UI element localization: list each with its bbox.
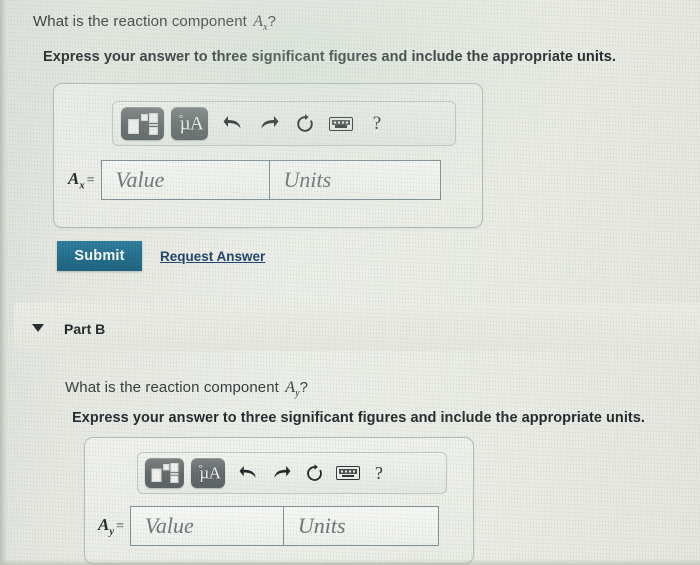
part-b-title: Part B [64,321,106,337]
part-a-submit-button[interactable]: Submit [57,241,142,271]
micro-angstrom-icon-b: °µA [196,464,221,482]
units-glyph-text: µA [179,113,204,135]
help-button[interactable]: ? [359,109,395,139]
part-b-question-variable: Ay [285,379,300,400]
part-a-variable-label: Ax = [68,168,95,192]
part-b-question: What is the reaction component Ay? [65,379,308,399]
part-a-value-input[interactable]: Value [100,160,269,200]
part-b-answer-box: °µA ? Ay = Value Units [84,437,474,564]
reset-button[interactable] [287,109,323,139]
part-a-request-answer-link[interactable]: Request Answer [160,249,265,264]
math-template-button[interactable] [121,107,164,140]
redo-button[interactable] [251,109,287,139]
units-glyph-text-b: µA [199,463,221,483]
undo-button-b[interactable] [232,458,265,488]
part-a-toolbar: °µA ? [112,101,456,146]
ring-accent-b: ° [198,463,203,476]
help-button-b[interactable]: ? [364,458,394,488]
help-icon-b: ? [375,462,383,483]
units-button-b[interactable]: °µA [191,458,225,488]
part-b-question-text: What is the reaction component [65,379,284,396]
keyboard-button-b[interactable] [331,458,364,488]
part-b-units-input[interactable]: Units [282,506,439,546]
part-a-units-input[interactable]: Units [268,160,441,200]
micro-angstrom-icon: °µA [176,112,204,135]
part-a-question-text: What is the reaction component [33,13,252,30]
part-b-toolbar: °µA ? [137,452,447,494]
reset-button-b[interactable] [298,458,331,488]
part-a-question-mark: ? [267,13,277,30]
keyboard-icon-b [335,466,360,480]
keyboard-button[interactable] [323,109,359,139]
units-button[interactable]: °µA [171,107,208,140]
undo-button[interactable] [215,109,251,139]
help-icon: ? [372,112,382,134]
math-template-icon-b [151,463,178,483]
part-a-input-row: Ax = Value Units [68,160,441,200]
part-b-instruction: Express your answer to three significant… [72,410,645,426]
math-template-icon [127,112,158,135]
reset-icon-b [305,463,324,483]
part-a-question: What is the reaction component Ax? [33,13,276,33]
part-a-question-variable: Ax [253,13,268,34]
part-b-header-band[interactable] [14,303,700,351]
part-a-answer-box: °µA ? Ax = Value Units [53,83,483,228]
assignment-content: What is the reaction component Ax? Expre… [0,0,700,565]
part-b-value-input[interactable]: Value [129,506,283,546]
part-b-question-mark: ? [299,379,309,396]
math-template-button-b[interactable] [145,458,184,488]
part-a-instruction: Express your answer to three significant… [43,49,616,65]
redo-icon [259,115,279,133]
keyboard-icon [329,116,353,131]
collapse-caret-icon[interactable] [32,324,44,332]
redo-button-b[interactable] [265,458,298,488]
redo-icon-b [272,465,291,482]
part-b-input-row: Ay = Value Units [98,506,439,546]
reset-icon [295,113,315,134]
part-b-variable-label: Ay = [98,514,124,538]
undo-icon [223,115,243,133]
undo-icon-b [239,465,258,482]
page-surface: What is the reaction component Ax? Expre… [0,0,700,565]
ring-accent: ° [178,112,183,125]
